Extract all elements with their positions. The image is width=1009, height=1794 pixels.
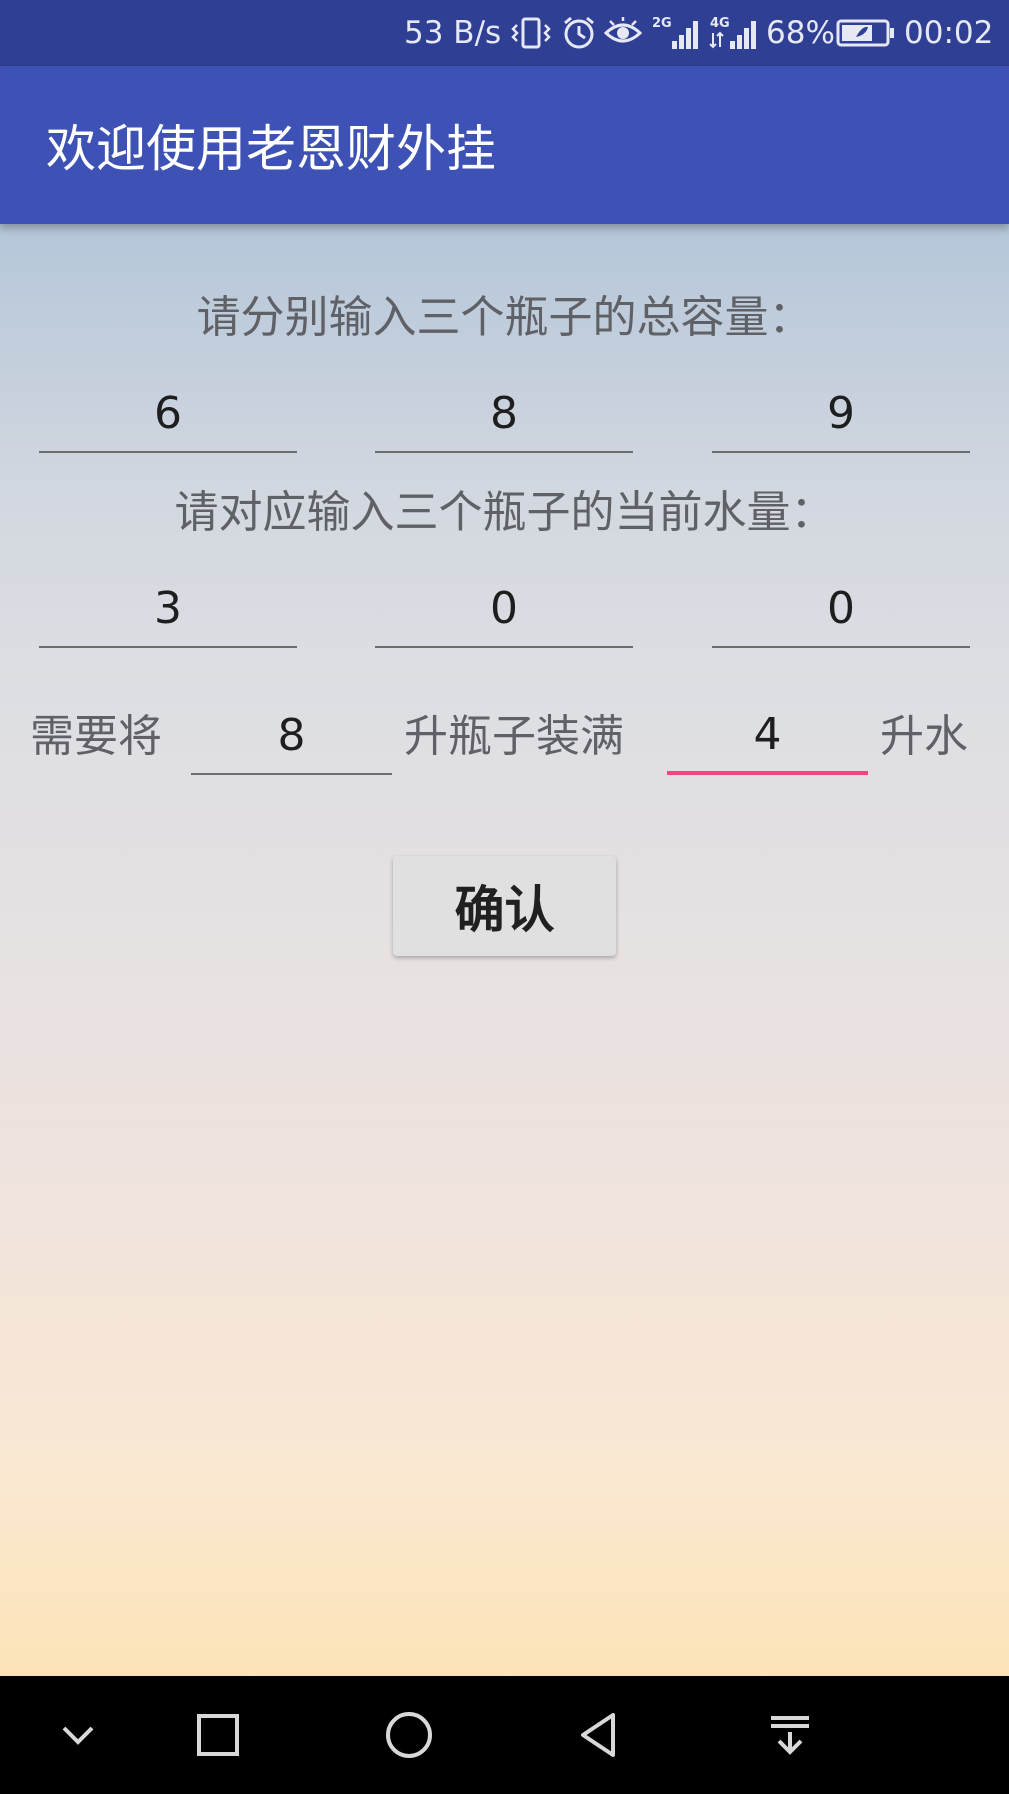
network-speed: 53 B/s — [404, 15, 502, 51]
target-label-middle: 升瓶子装满 — [404, 711, 624, 762]
status-bar: 53 B/s 2G 4G 68% 00:02 — [0, 0, 1009, 66]
capacity-prompt: 请分别输入三个瓶子的总容量： — [196, 292, 813, 343]
network-type-label: 4G — [710, 16, 730, 31]
target-amount-input[interactable] — [667, 697, 868, 775]
current-input-1[interactable] — [39, 570, 297, 648]
target-bottle-input[interactable] — [191, 697, 392, 775]
network-type-label: 2G — [652, 16, 672, 31]
target-label-after: 升水 — [880, 711, 968, 762]
battery-icon — [836, 0, 896, 66]
vibrate-icon — [511, 0, 551, 66]
current-input-2[interactable] — [375, 570, 633, 648]
alarm-icon — [561, 0, 597, 66]
capacity-input-3[interactable] — [712, 375, 970, 453]
navigation-bar — [0, 1676, 1009, 1794]
capacity-input-2[interactable] — [375, 375, 633, 453]
eye-icon — [604, 0, 642, 66]
screen: 53 B/s 2G 4G 68% 00:02 欢迎使用老恩财外挂 请分别输入三个… — [0, 0, 1009, 1794]
recent-apps-icon[interactable] — [158, 1676, 278, 1794]
chevron-down-icon[interactable] — [18, 1676, 138, 1794]
signal-icon: 2G — [650, 0, 702, 66]
confirm-button[interactable]: 确认 — [393, 856, 616, 956]
target-label-before: 需要将 — [30, 711, 162, 762]
battery-percent: 68% — [766, 15, 835, 51]
back-icon[interactable] — [539, 1676, 659, 1794]
current-prompt: 请对应输入三个瓶子的当前水量： — [174, 487, 835, 538]
pull-down-icon[interactable] — [730, 1676, 850, 1794]
app-bar: 欢迎使用老恩财外挂 — [0, 66, 1009, 224]
capacity-input-1[interactable] — [39, 375, 297, 453]
current-input-3[interactable] — [712, 570, 970, 648]
home-icon[interactable] — [349, 1676, 469, 1794]
clock: 00:02 — [904, 15, 994, 51]
app-title: 欢迎使用老恩财外挂 — [46, 120, 496, 178]
signal-icon: 4G — [708, 0, 760, 66]
